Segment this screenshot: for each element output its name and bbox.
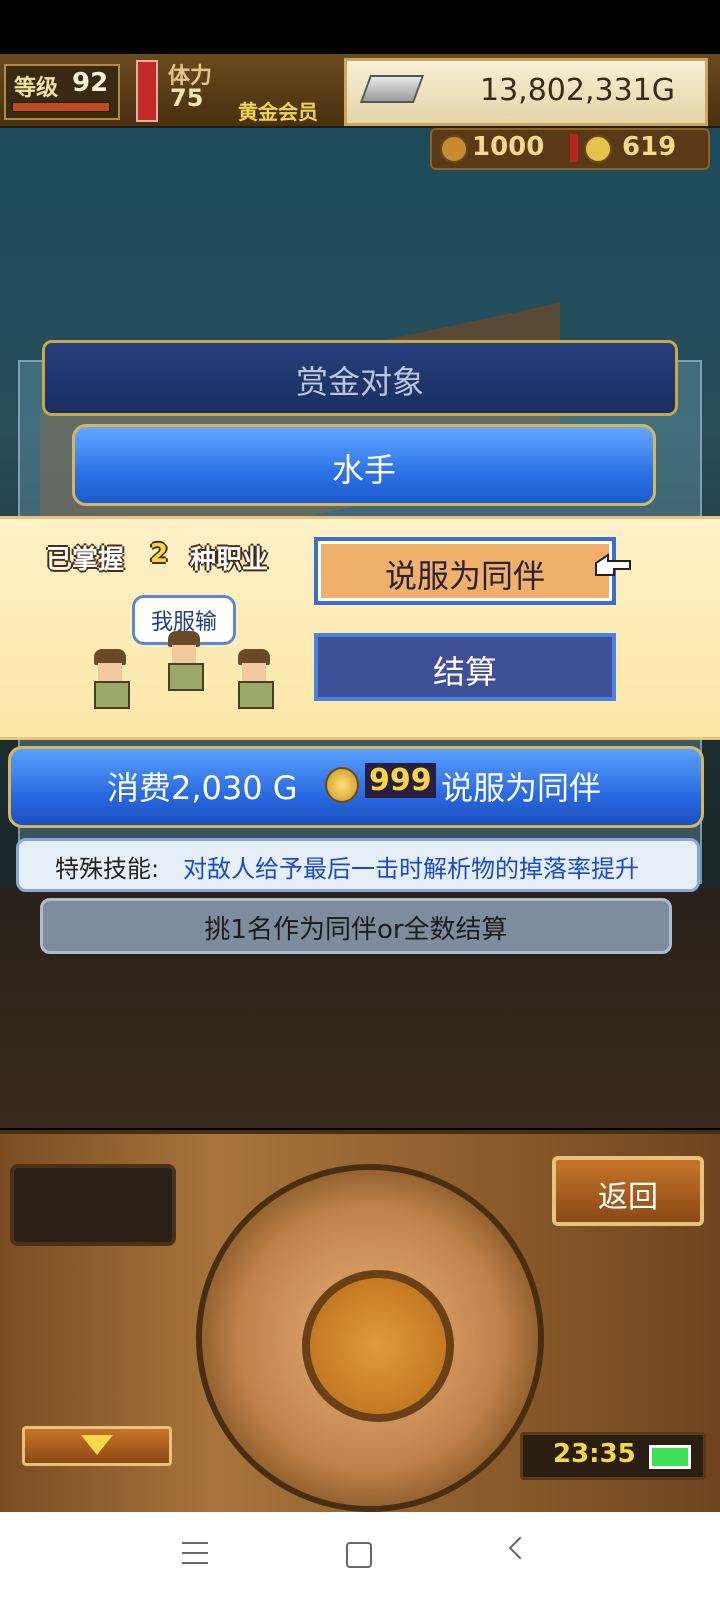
coin-count: 619	[622, 132, 677, 162]
persuade-button[interactable]: 说服为同伴	[314, 537, 616, 605]
job-bar: 水手	[72, 424, 656, 506]
instruction-text: 挑1名作为同伴or全数结算	[204, 915, 508, 945]
gold-coin-icon	[584, 135, 612, 163]
settle-button[interactable]: 结算	[314, 633, 616, 701]
directional-pad[interactable]	[196, 1164, 544, 1512]
recruit-panel: 已掌握 2 种职业 我服输 说服为同伴 结算	[0, 516, 720, 740]
medal-icon	[440, 135, 468, 163]
status-bar	[0, 0, 720, 54]
special-skill-bar: 特殊技能: 对敌人给予最后一击时解析物的掉落率提升	[16, 838, 700, 892]
mastered-count: 2	[150, 539, 169, 569]
level-label: 等级	[14, 76, 59, 101]
skill-label: 特殊技能:	[55, 855, 160, 883]
menu-icon[interactable]	[182, 1542, 208, 1564]
battery-icon	[649, 1445, 691, 1469]
cost-action: 说服为同伴	[441, 769, 602, 807]
medal-count: 1000	[472, 132, 545, 162]
sailor-sprite	[88, 649, 132, 711]
controller-panel: 返回 23:35	[0, 1130, 720, 1516]
gold-coin-icon	[325, 767, 359, 803]
level-value: 92	[72, 68, 109, 98]
instruction-bar: 挑1名作为同伴or全数结算	[40, 898, 672, 954]
job-name: 水手	[331, 451, 396, 489]
persuade-cost-button[interactable]: 消费2,030 G 999 说服为同伴	[8, 746, 704, 828]
mastered-prefix: 已掌握	[46, 545, 125, 575]
stamina-value: 75	[170, 84, 204, 112]
sailor-sprite	[162, 631, 206, 693]
silver-ingot-icon	[359, 75, 425, 103]
system-nav-bar	[0, 1512, 720, 1600]
money-box: 13,802,331G	[344, 58, 708, 126]
top-hud: 等级 92 体力 75 黄金会员 13,802,331G	[0, 54, 720, 129]
mastered-suffix: 种职业	[190, 545, 269, 575]
down-arrow-icon	[81, 1435, 113, 1455]
back-button[interactable]: 返回	[552, 1156, 704, 1226]
menu-down-button[interactable]	[22, 1426, 172, 1466]
dialog-title: 赏金对象	[295, 363, 424, 401]
bounty-title-bar: 赏金对象	[42, 340, 678, 416]
home-icon[interactable]	[346, 1542, 372, 1568]
skill-description: 对敌人给予最后一击时解析物的掉落率提升	[183, 855, 639, 883]
resource-divider	[570, 134, 578, 162]
settle-label: 结算	[432, 653, 497, 691]
back-label: 返回	[598, 1180, 658, 1215]
sailor-sprite	[232, 649, 276, 711]
persuade-label: 说服为同伴	[384, 557, 545, 595]
experience-bar	[12, 102, 110, 112]
coin-cost: 999	[365, 763, 436, 798]
clock-time: 23:35	[553, 1439, 636, 1469]
pointing-hand-icon	[595, 553, 631, 576]
cost-text: 消费2,030 G	[107, 769, 298, 807]
clock-box: 23:35	[520, 1432, 706, 1480]
resource-bar: 1000 619	[430, 128, 710, 170]
membership-badge: 黄金会员	[238, 100, 318, 124]
dpad-center-button[interactable]	[302, 1270, 454, 1422]
back-arrow-icon[interactable]	[508, 1536, 532, 1560]
money-value: 13,802,331G	[479, 73, 675, 108]
level-box: 等级 92	[4, 64, 120, 120]
mini-screen	[10, 1164, 176, 1246]
stamina-gauge	[136, 60, 158, 122]
